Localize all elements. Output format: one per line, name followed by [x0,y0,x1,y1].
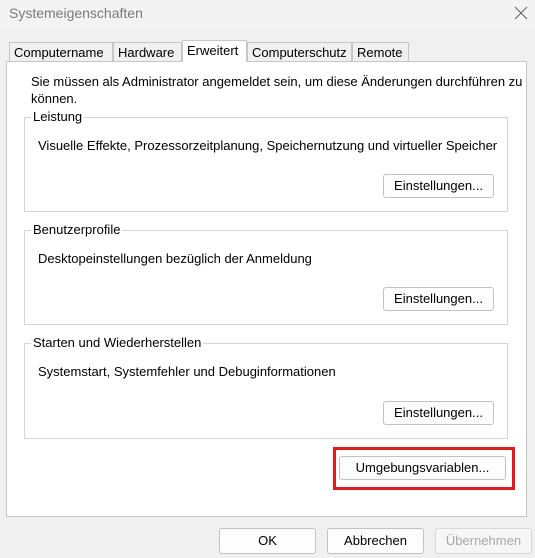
group-title-leistung: Leistung [31,109,85,125]
group-description-leistung: Visuelle Effekte, Prozessorzeitplanung, … [38,138,498,153]
group-description-starten: Systemstart, Systemfehler und Debuginfor… [38,364,336,379]
tab-remote[interactable]: Remote [352,42,409,61]
group-starten-wiederherstellen: Starten und Wiederherstellen Systemstart… [24,335,508,439]
close-button[interactable] [506,0,535,28]
apply-button[interactable]: Übernehmen [435,528,532,554]
leistung-settings-button[interactable]: Einstellungen... [383,174,494,198]
benutzerprofile-settings-button[interactable]: Einstellungen... [383,287,494,311]
window-title: Systemeigenschaften [9,5,143,21]
tab-hardware[interactable]: Hardware [113,42,182,61]
tab-computerschutz[interactable]: Computerschutz [247,42,352,61]
cancel-button[interactable]: Abbrechen [327,528,424,554]
group-benutzerprofile: Benutzerprofile Desktopeinstellungen bez… [24,222,508,325]
tab-computername[interactable]: Computername [9,42,113,61]
group-title-starten: Starten und Wiederherstellen [31,335,204,351]
admin-notice: Sie müssen als Administrator angemeldet … [31,74,523,106]
tab-erweitert[interactable]: Erweitert [182,40,247,62]
group-leistung: Leistung Visuelle Effekte, Prozessorzeit… [24,109,508,212]
ok-button[interactable]: OK [219,528,316,554]
group-description-benutzerprofile: Desktopeinstellungen bezüglich der Anmel… [38,251,312,266]
starten-settings-button[interactable]: Einstellungen... [383,401,494,425]
title-bar: Systemeigenschaften [0,0,535,28]
group-title-benutzerprofile: Benutzerprofile [31,222,123,238]
close-icon [514,6,528,20]
environment-variables-button[interactable]: Umgebungsvariablen... [339,456,506,480]
